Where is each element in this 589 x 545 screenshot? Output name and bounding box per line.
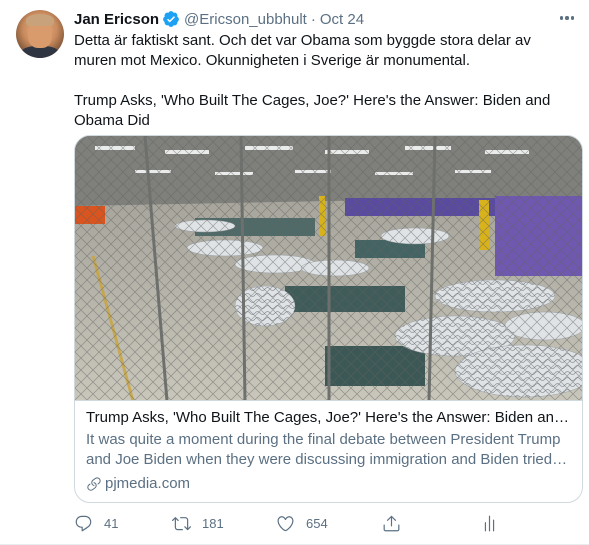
like-icon [277,515,294,531]
card-domain: pjmedia.com [86,474,572,494]
verified-badge-icon [162,10,180,28]
reply-icon [75,515,92,531]
analytics-button[interactable] [480,511,499,535]
link-icon [87,477,101,491]
analytics-icon [484,515,495,531]
share-icon [383,515,400,531]
more-icon[interactable] [555,8,579,28]
separator-dot: · [310,10,316,28]
reply-count: 41 [104,515,119,531]
tweet-header: Jan Ericson @Ericson_ubbhult · Oct 24 [74,9,364,29]
link-card[interactable]: Trump Asks, 'Who Built The Cages, Joe?' … [74,135,583,503]
retweet-button[interactable]: 181 [172,511,224,535]
like-button[interactable]: 654 [276,511,328,535]
tweet-text-link-title: Trump Asks, 'Who Built The Cages, Joe?' … [74,92,551,129]
card-title: Trump Asks, 'Who Built The Cages, Joe?' … [86,409,572,426]
author-name[interactable]: Jan Ericson [74,11,159,28]
tweet[interactable]: Jan Ericson @Ericson_ubbhult · Oct 24 De… [0,0,589,545]
retweet-count: 181 [202,515,224,531]
avatar[interactable] [16,10,64,58]
card-image[interactable] [75,136,582,401]
reply-button[interactable]: 41 [74,511,118,535]
tweet-text-main: Detta är faktiskt sant. Och det var Obam… [74,32,531,69]
retweet-icon [172,516,191,530]
card-description: It was quite a moment during the final d… [86,431,561,468]
tweet-date[interactable]: Oct 24 [320,11,364,28]
share-button[interactable] [382,511,401,535]
tweet-text: Detta är faktiskt sant. Och det var Obam… [74,31,574,131]
author-handle[interactable]: @Ericson_ubbhult [184,11,307,28]
card-domain-text: pjmedia.com [105,475,191,492]
card-body: Trump Asks, 'Who Built The Cages, Joe?' … [86,408,572,494]
tweet-actions: 41 181 654 [74,511,504,535]
like-count: 654 [306,515,328,531]
